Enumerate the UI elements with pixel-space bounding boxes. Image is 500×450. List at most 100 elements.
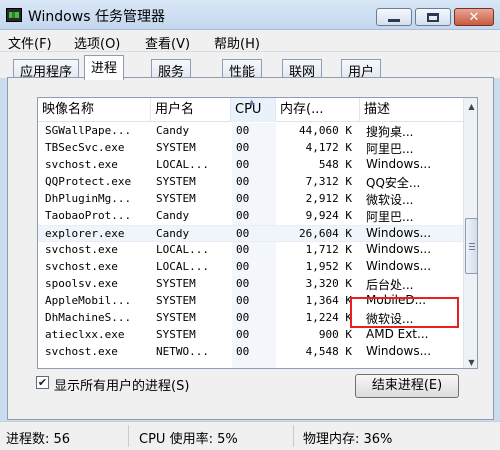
- process-name: svchost.exe: [45, 243, 118, 256]
- vertical-scrollbar[interactable]: ▲ ▼: [463, 98, 477, 368]
- menu-help[interactable]: 帮助(H): [214, 33, 260, 52]
- process-name: explorer.exe: [45, 227, 125, 240]
- table-row[interactable]: svchost.exe LOCAL... 00 548 K Windows...: [38, 157, 463, 174]
- title-bar: Windows 任务管理器 ✕: [0, 0, 500, 30]
- table-row[interactable]: TaobaoProt... Candy 00 9,924 K 阿里巴...: [38, 208, 463, 225]
- process-cpu: 00: [236, 124, 250, 137]
- table-row[interactable]: svchost.exe LOCAL... 00 1,952 K Windows...: [38, 259, 463, 276]
- minimize-icon: [388, 19, 400, 22]
- process-name: spoolsv.exe: [45, 277, 118, 290]
- minimize-button[interactable]: [376, 8, 412, 26]
- process-name: AppleMobil...: [45, 294, 132, 307]
- scroll-thumb[interactable]: [465, 218, 477, 274]
- process-cpu: 00: [236, 345, 250, 358]
- maximize-icon: [427, 12, 439, 22]
- process-description: AMD Ext...: [366, 327, 429, 341]
- process-description: Windows...: [366, 157, 432, 171]
- process-description: 后台处...: [366, 278, 414, 292]
- table-row[interactable]: SGWallPape... Candy 00 44,060 K 搜狗桌...: [38, 123, 463, 140]
- process-name: SGWallPape...: [45, 124, 132, 137]
- column-description[interactable]: 描述: [360, 98, 463, 122]
- process-cpu: 00: [236, 158, 250, 171]
- process-cpu: 00: [236, 328, 250, 341]
- tab-performance[interactable]: 性能: [222, 59, 263, 80]
- end-process-button[interactable]: 结束进程(E): [355, 374, 459, 398]
- sort-ascending-icon: ▲: [249, 98, 255, 106]
- process-rows: SGWallPape... Candy 00 44,060 K 搜狗桌... TBSecS…: [38, 123, 463, 368]
- process-user: SYSTEM: [156, 328, 196, 341]
- menu-file[interactable]: 文件(F): [8, 33, 52, 52]
- close-icon: ✕: [468, 9, 480, 25]
- menu-bar: 文件(F) 选项(O) 查看(V) 帮助(H): [0, 30, 500, 52]
- process-name: atieclxx.exe: [45, 328, 125, 341]
- process-name: svchost.exe: [45, 158, 118, 171]
- process-user: SYSTEM: [156, 311, 196, 324]
- table-row[interactable]: QQProtect.exe SYSTEM 00 7,312 K QQ安全...: [38, 174, 463, 191]
- process-memory: 1,952 K: [305, 260, 352, 273]
- process-memory: 2,912 K: [305, 192, 352, 205]
- status-process-count: 进程数: 56: [6, 432, 71, 447]
- process-description: Windows...: [366, 259, 432, 273]
- process-description: Windows...: [366, 226, 432, 240]
- process-description: Windows...: [366, 344, 432, 358]
- process-description: 搜狗桌...: [366, 125, 414, 139]
- process-description: 阿里巴...: [366, 210, 414, 224]
- process-description: Windows...: [366, 242, 432, 256]
- table-row[interactable]: DhMachineS... SYSTEM 00 1,224 K 微软设...: [38, 310, 463, 327]
- process-name: svchost.exe: [45, 260, 118, 273]
- process-list[interactable]: 映像名称 用户名 ▲ CPU 内存(... 描述 SGWallPape... Ca…: [37, 97, 478, 369]
- column-user-name[interactable]: 用户名: [151, 98, 231, 122]
- process-user: NETWO...: [156, 345, 209, 358]
- menu-options[interactable]: 选项(O): [74, 33, 120, 52]
- table-row[interactable]: atieclxx.exe SYSTEM 00 900 K AMD Ext...: [38, 327, 463, 344]
- maximize-button[interactable]: [415, 8, 451, 26]
- scroll-up-icon[interactable]: ▲: [464, 98, 477, 114]
- process-memory: 1,364 K: [305, 294, 352, 307]
- process-cpu: 00: [236, 192, 250, 205]
- close-button[interactable]: ✕: [454, 8, 494, 26]
- process-memory: 3,320 K: [305, 277, 352, 290]
- process-memory: 4,172 K: [305, 141, 352, 154]
- process-name: svchost.exe: [45, 345, 118, 358]
- menu-view[interactable]: 查看(V): [145, 33, 190, 52]
- process-description: QQ安全...: [366, 176, 421, 190]
- status-cpu-usage: CPU 使用率: 5%: [139, 432, 238, 447]
- process-user: LOCAL...: [156, 260, 209, 273]
- process-user: SYSTEM: [156, 294, 196, 307]
- process-user: SYSTEM: [156, 141, 196, 154]
- process-memory: 9,924 K: [305, 209, 352, 222]
- table-row[interactable]: spoolsv.exe SYSTEM 00 3,320 K 后台处...: [38, 276, 463, 293]
- process-user: Candy: [156, 124, 190, 137]
- process-name: DhPluginMg...: [45, 192, 132, 205]
- tab-services[interactable]: 服务: [151, 59, 192, 80]
- process-memory: 1,224 K: [305, 311, 352, 324]
- tab-processes[interactable]: 进程: [84, 55, 125, 80]
- table-row[interactable]: svchost.exe LOCAL... 00 1,712 K Windows...: [38, 242, 463, 259]
- process-description: 微软设...: [366, 193, 414, 207]
- process-cpu: 00: [236, 175, 250, 188]
- table-row[interactable]: svchost.exe NETWO... 00 4,548 K Windows...: [38, 344, 463, 361]
- table-row[interactable]: AppleMobil... SYSTEM 00 1,364 K MobileD...: [38, 293, 463, 310]
- process-cpu: 00: [236, 277, 250, 290]
- column-memory[interactable]: 内存(...: [276, 98, 360, 122]
- column-image-name[interactable]: 映像名称: [38, 98, 151, 122]
- table-row[interactable]: DhPluginMg... SYSTEM 00 2,912 K 微软设...: [38, 191, 463, 208]
- table-row[interactable]: explorer.exe Candy 00 26,604 K Windows...: [38, 225, 463, 242]
- process-list-header: 映像名称 用户名 ▲ CPU 内存(... 描述: [38, 98, 477, 122]
- process-cpu: 00: [236, 209, 250, 222]
- process-memory: 44,060 K: [299, 124, 352, 137]
- column-cpu[interactable]: ▲ CPU: [231, 98, 276, 122]
- process-memory: 4,548 K: [305, 345, 352, 358]
- process-cpu: 00: [236, 141, 250, 154]
- show-all-users-label[interactable]: 显示所有用户的进程(S): [54, 375, 189, 394]
- process-name: TBSecSvc.exe: [45, 141, 125, 154]
- tab-applications[interactable]: 应用程序: [13, 59, 80, 80]
- tab-users[interactable]: 用户: [341, 59, 382, 80]
- process-cpu: 00: [236, 311, 250, 324]
- process-cpu: 00: [236, 227, 250, 240]
- tab-networking[interactable]: 联网: [282, 59, 323, 80]
- scroll-down-icon[interactable]: ▼: [464, 354, 477, 368]
- table-row[interactable]: TBSecSvc.exe SYSTEM 00 4,172 K 阿里巴...: [38, 140, 463, 157]
- process-description: MobileD...: [366, 293, 427, 307]
- show-all-users-checkbox[interactable]: ✔: [36, 376, 49, 389]
